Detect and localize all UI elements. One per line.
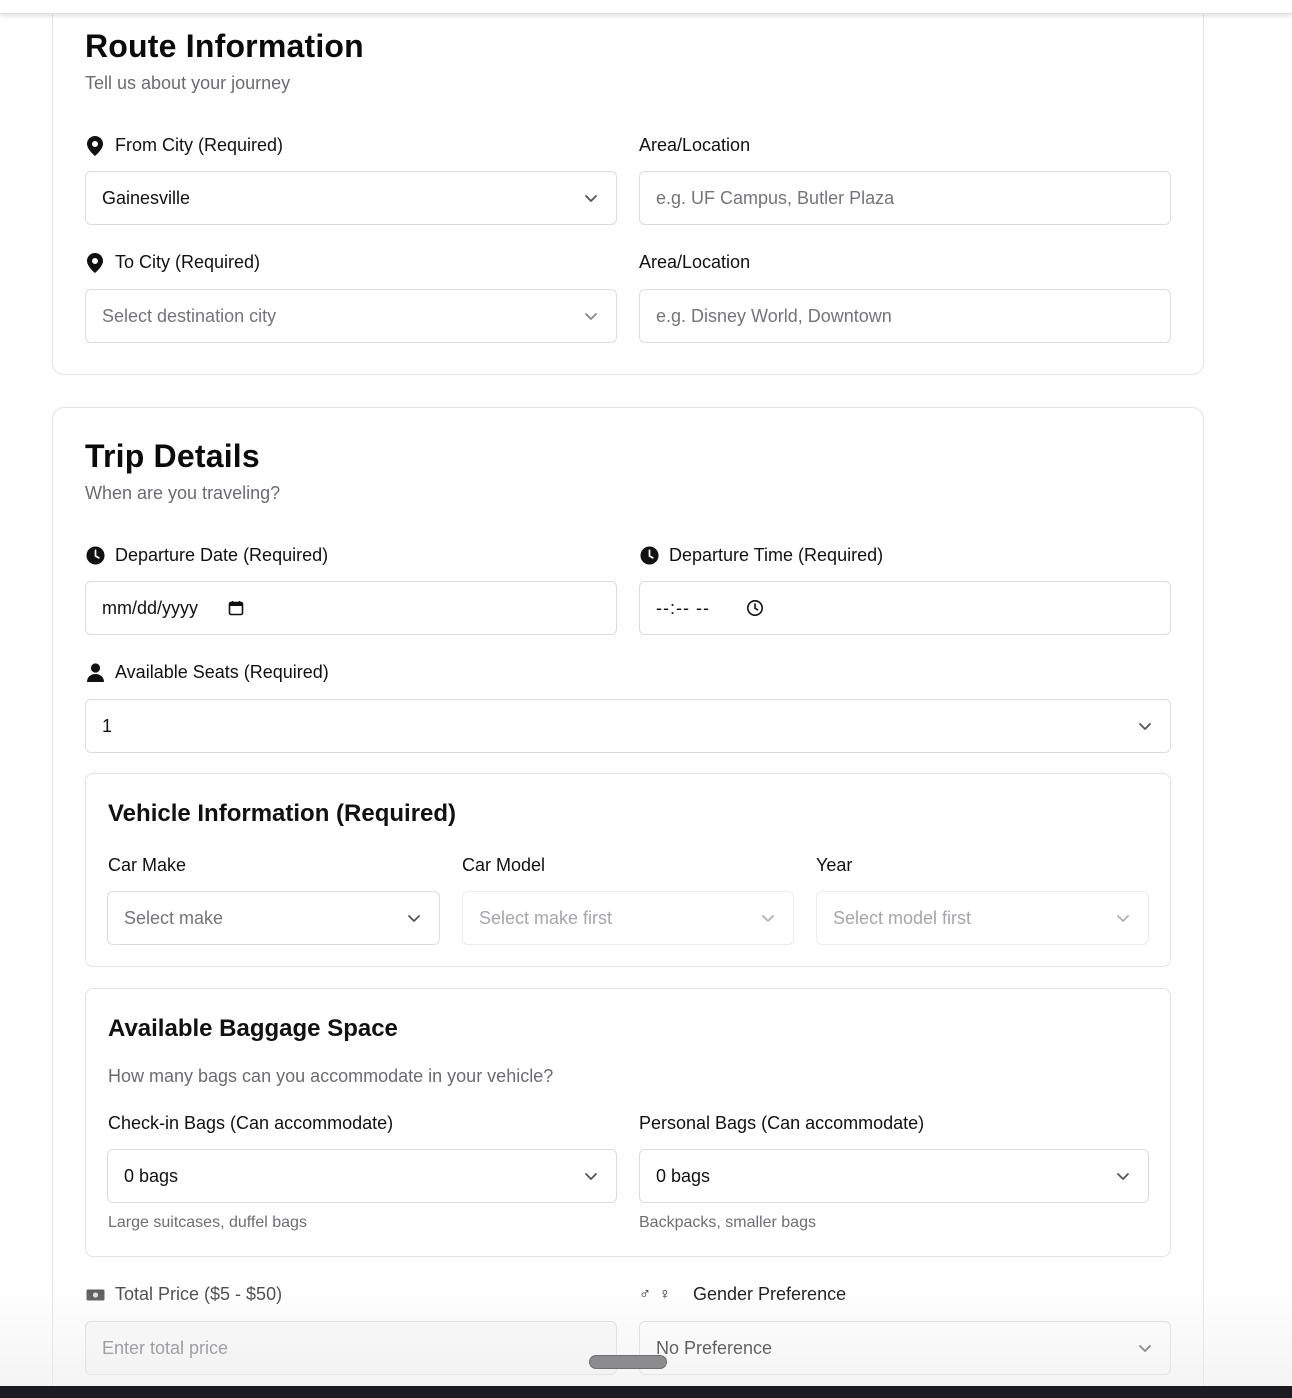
bottom-bar (0, 1386, 1292, 1398)
to-city-select[interactable]: Select destination city (85, 289, 617, 343)
chevron-down-icon (582, 189, 600, 207)
available-seats-value: 1 (102, 715, 113, 736)
car-make-placeholder: Select make (124, 907, 224, 928)
available-seats-select[interactable]: 1 (85, 699, 1171, 753)
checkin-bags-select[interactable]: 0 bags (107, 1149, 617, 1203)
car-make-select[interactable]: Select make (107, 891, 440, 945)
chevron-down-icon (1114, 909, 1132, 927)
checkin-bags-hint: Large suitcases, duffel bags (108, 1214, 307, 1231)
personal-bags-select[interactable]: 0 bags (639, 1149, 1149, 1203)
from-city-label: From City (Required) (85, 135, 283, 156)
car-model-select[interactable]: Select make first (462, 891, 794, 945)
departure-date-label-text: Departure Date (Required) (115, 545, 329, 565)
total-price-input[interactable]: Enter total price (85, 1321, 617, 1375)
total-price-label: Total Price ($5 - $50) (85, 1284, 282, 1305)
chevron-down-icon (582, 1167, 600, 1185)
personal-bags-label: Personal Bags (Can accommodate) (639, 1113, 925, 1133)
available-seats-label-text: Available Seats (Required) (115, 662, 329, 682)
car-make-label: Car Make (108, 855, 187, 875)
from-city-select[interactable]: Gainesville (85, 171, 617, 225)
year-label: Year (816, 855, 853, 875)
trip-title: Trip Details (85, 438, 260, 474)
baggage-title: Available Baggage Space (108, 1015, 398, 1042)
top-bar (0, 0, 1292, 14)
chevron-down-icon (582, 307, 600, 325)
to-area-placeholder: e.g. Disney World, Downtown (656, 305, 892, 326)
chevron-down-icon (405, 909, 423, 927)
departure-time-input[interactable]: --:-- -- (639, 581, 1171, 635)
gender-preference-value: No Preference (656, 1337, 773, 1358)
male-icon: ♂ (639, 1285, 651, 1303)
gender-icon: ♂ ♀ (639, 1285, 683, 1305)
calendar-icon[interactable] (228, 600, 244, 616)
clock-icon[interactable] (746, 599, 764, 617)
to-city-placeholder: Select destination city (102, 305, 277, 326)
checkin-bags-label: Check-in Bags (Can accommodate) (108, 1113, 394, 1133)
to-area-input[interactable]: e.g. Disney World, Downtown (639, 289, 1171, 343)
departure-time-label-text: Departure Time (Required) (669, 545, 884, 565)
gender-preference-label-text: Gender Preference (693, 1284, 847, 1304)
departure-date-label: Departure Date (Required) (85, 545, 328, 566)
car-model-placeholder: Select make first (479, 907, 613, 928)
year-select[interactable]: Select model first (816, 891, 1149, 945)
personal-bags-hint: Backpacks, smaller bags (639, 1214, 816, 1231)
from-area-placeholder: e.g. UF Campus, Butler Plaza (656, 187, 895, 208)
money-icon (85, 1285, 105, 1305)
route-title: Route Information (85, 28, 364, 64)
trip-subtitle: When are you traveling? (85, 483, 281, 503)
clock-icon (85, 546, 105, 566)
personal-bags-value: 0 bags (656, 1165, 711, 1186)
departure-time-label: Departure Time (Required) (639, 545, 883, 566)
baggage-subtitle: How many bags can you accommodate in you… (108, 1066, 554, 1086)
total-price-label-text: Total Price ($5 - $50) (115, 1284, 283, 1304)
to-city-label: To City (Required) (85, 252, 260, 273)
vehicle-info-title: Vehicle Information (Required) (108, 800, 457, 827)
from-city-label-text: From City (Required) (115, 135, 284, 155)
gender-preference-label: ♂ ♀ Gender Preference (639, 1284, 846, 1305)
to-area-label: Area/Location (639, 252, 751, 272)
route-subtitle: Tell us about your journey (85, 73, 291, 93)
available-seats-label: Available Seats (Required) (85, 662, 329, 683)
checkin-bags-value: 0 bags (124, 1165, 179, 1186)
chevron-down-icon (759, 909, 777, 927)
chevron-down-icon (1136, 1339, 1154, 1357)
chevron-down-icon (1136, 717, 1154, 735)
total-price-placeholder: Enter total price (102, 1337, 229, 1358)
from-area-input[interactable]: e.g. UF Campus, Butler Plaza (639, 171, 1171, 225)
car-model-label: Car Model (462, 855, 546, 875)
gender-preference-select[interactable]: No Preference (639, 1321, 1171, 1375)
clock-icon (639, 546, 659, 566)
map-pin-icon (85, 252, 105, 273)
from-city-value: Gainesville (102, 187, 191, 208)
departure-date-input[interactable]: mm/dd/yyyy (85, 581, 617, 635)
horizontal-scrollbar-thumb[interactable] (589, 1355, 667, 1369)
person-icon (85, 663, 105, 683)
time-placeholder: --:-- -- (656, 597, 710, 618)
map-pin-icon (85, 135, 105, 156)
year-placeholder: Select model first (833, 907, 972, 928)
female-icon: ♀ (659, 1285, 671, 1303)
from-area-label: Area/Location (639, 135, 751, 155)
date-placeholder: mm/dd/yyyy (102, 597, 199, 618)
to-city-label-text: To City (Required) (115, 252, 261, 272)
chevron-down-icon (1114, 1167, 1132, 1185)
